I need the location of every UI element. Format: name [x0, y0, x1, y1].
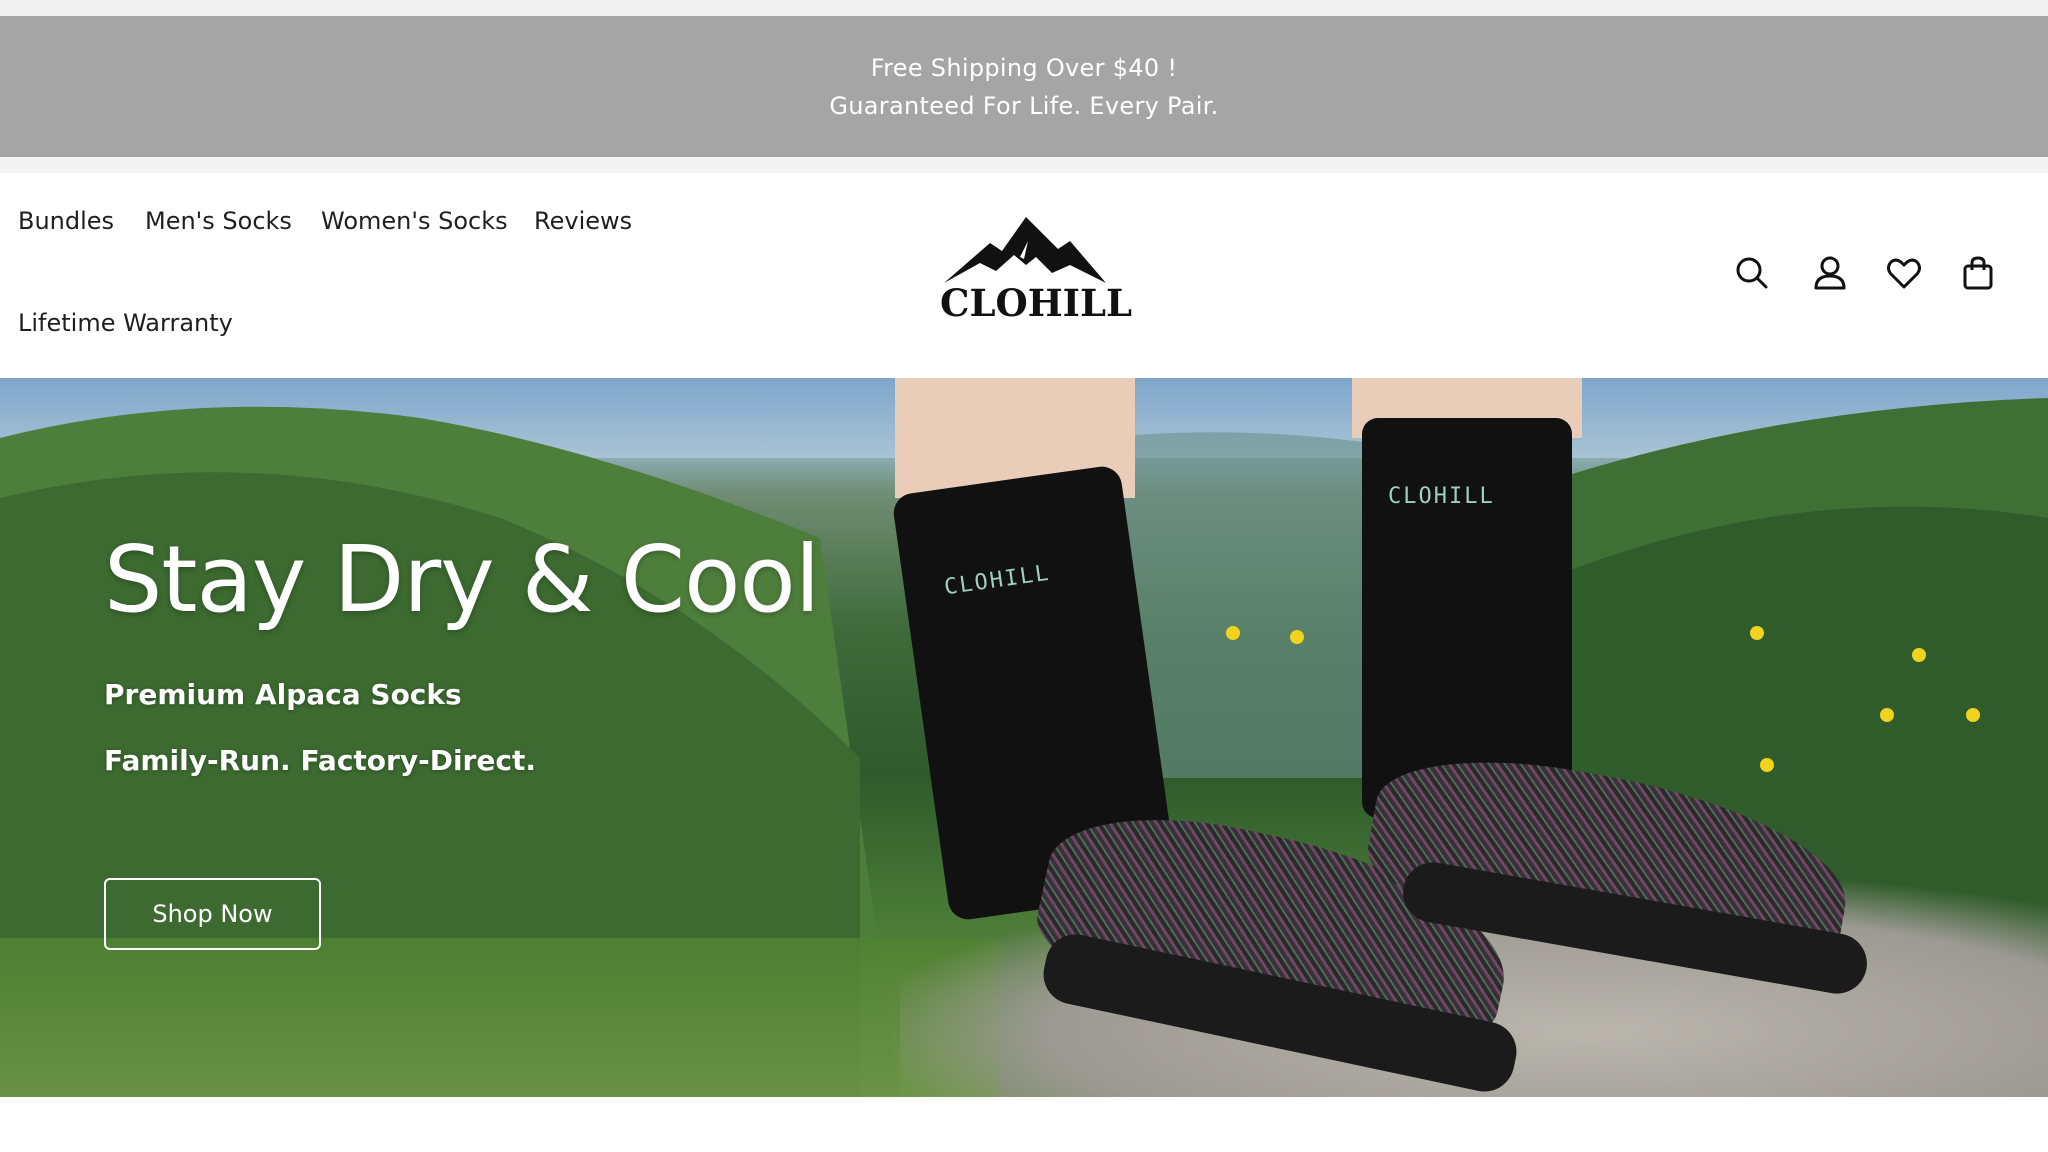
nav-reviews[interactable]: Reviews — [534, 207, 632, 235]
hero-banner: CLOHILL CLOHILL Stay Dry & Cool Premium … — [0, 378, 2048, 1097]
nav-mens-socks[interactable]: Men's Socks — [145, 207, 292, 235]
site-header: Bundles Men's Socks Women's Socks Review… — [0, 173, 2048, 378]
hero-subtitle-tagline: Family-Run. Factory-Direct. — [104, 744, 536, 777]
wildflower — [1226, 626, 1240, 640]
nav-womens-socks[interactable]: Women's Socks — [321, 207, 508, 235]
hero-subtitle-product: Premium Alpaca Socks — [104, 678, 462, 711]
wildflower — [1760, 758, 1774, 772]
sock-brand-right: CLOHILL — [1388, 484, 1495, 509]
mountain-logo-icon — [944, 217, 1106, 283]
divider-strip — [0, 157, 2048, 173]
wildflower — [1290, 630, 1304, 644]
page-bottom-space — [0, 1097, 2048, 1152]
top-strip — [0, 0, 2048, 16]
wildflower — [1880, 708, 1894, 722]
nav-bundles[interactable]: Bundles — [18, 207, 114, 235]
right-sock — [1362, 418, 1572, 818]
search-icon[interactable] — [1734, 255, 1770, 291]
shop-now-button[interactable]: Shop Now — [104, 878, 321, 950]
site-logo[interactable]: CLOHILL — [940, 213, 1132, 325]
wishlist-heart-icon[interactable] — [1886, 255, 1922, 291]
announcement-guarantee: Guaranteed For Life. Every Pair. — [829, 91, 1219, 120]
foreground-grass — [0, 938, 1000, 1097]
wildflower — [1750, 626, 1764, 640]
wildflower — [1966, 708, 1980, 722]
wildflower — [1912, 648, 1926, 662]
announcement-bar: Free Shipping Over $40 ! Guaranteed For … — [0, 16, 2048, 157]
account-icon[interactable] — [1812, 255, 1848, 291]
nav-lifetime-warranty[interactable]: Lifetime Warranty — [18, 309, 233, 337]
logo-wordmark: CLOHILL — [940, 281, 1132, 325]
hero-title: Stay Dry & Cool — [104, 526, 820, 633]
announcement-shipping: Free Shipping Over $40 ! — [870, 53, 1178, 82]
cart-bag-icon[interactable] — [1960, 255, 1996, 291]
